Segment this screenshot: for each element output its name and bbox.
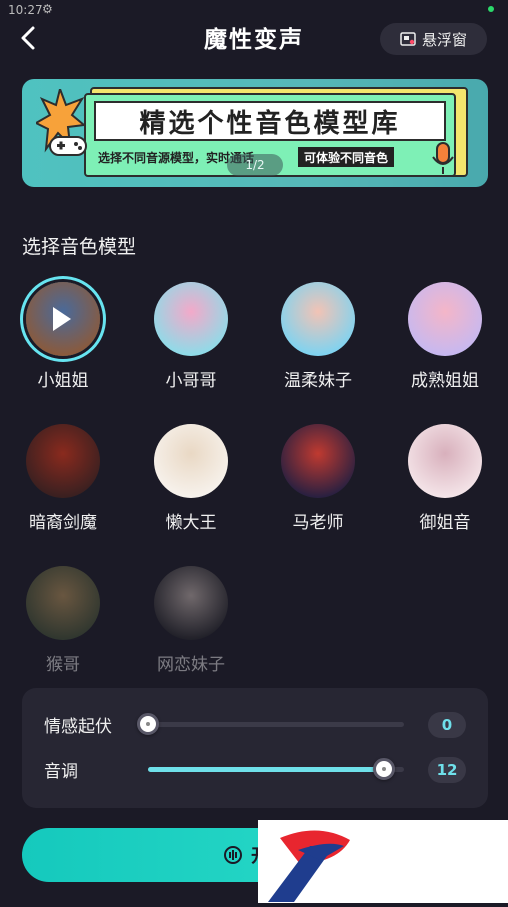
status-time: 10:27: [8, 3, 43, 17]
voice-avatar: [408, 424, 482, 498]
pitch-value: 12: [428, 757, 466, 783]
emotion-label: 情感起伏: [44, 717, 112, 737]
floating-window-icon: [400, 32, 416, 46]
voice-name: 马老师: [292, 513, 344, 533]
voice-item-6[interactable]: 马老师: [255, 424, 381, 533]
voice-name: 御姐音: [419, 513, 471, 533]
voice-item-0[interactable]: 小姐姐: [0, 282, 126, 391]
voice-avatar: [26, 566, 100, 640]
voice-name: 小姐姐: [37, 371, 89, 391]
voice-item-3[interactable]: 成熟姐姐: [382, 282, 508, 391]
microphone-wave-icon: [224, 846, 242, 864]
voice-item-4[interactable]: 暗裔剑魔: [0, 424, 126, 533]
voice-item-8[interactable]: 猴哥: [0, 566, 126, 675]
pitch-slider-thumb[interactable]: [372, 758, 395, 780]
voice-name: 暗裔剑魔: [29, 513, 97, 533]
emotion-value: 0: [428, 712, 466, 738]
voice-name: 网恋妹子: [157, 655, 225, 675]
voice-avatar: [26, 282, 100, 356]
voice-avatar: [408, 282, 482, 356]
voice-name: 成熟姐姐: [411, 371, 479, 391]
brand-logo-watermark: [258, 820, 508, 903]
promo-banner[interactable]: 精选个性音色模型库 选择不同音源模型，实时通话 可体验不同音色 1/2: [22, 79, 488, 187]
voice-avatar: [154, 282, 228, 356]
voice-item-7[interactable]: 御姐音: [382, 424, 508, 533]
banner-headline: 精选个性音色模型库: [94, 101, 446, 141]
voice-avatar: [26, 424, 100, 498]
voice-item-1[interactable]: 小哥哥: [128, 282, 254, 391]
emotion-slider[interactable]: [137, 713, 404, 735]
brand-logo-icon: [268, 830, 350, 902]
voice-avatar: [154, 566, 228, 640]
game-controller-icon: [49, 136, 87, 156]
voice-item-5[interactable]: 懒大王: [128, 424, 254, 533]
microphone-icon: [432, 142, 454, 174]
pitch-slider[interactable]: [148, 758, 404, 780]
emotion-slider-thumb[interactable]: [137, 713, 159, 735]
banner-tag: 可体验不同音色: [298, 147, 395, 167]
voice-name: 温柔妹子: [284, 371, 352, 391]
section-title: 选择音色模型: [22, 236, 137, 258]
play-icon: [53, 307, 71, 331]
voice-name: 小哥哥: [165, 371, 217, 391]
floating-window-label: 悬浮窗: [421, 30, 467, 49]
voice-name: 猴哥: [46, 655, 80, 675]
voice-name: 懒大王: [165, 513, 217, 533]
pitch-label: 音调: [44, 762, 78, 782]
voice-item-2[interactable]: 温柔妹子: [255, 282, 381, 391]
floating-window-button[interactable]: 悬浮窗: [380, 23, 487, 55]
voice-settings-panel: 情感起伏 0 音调 12: [22, 688, 488, 808]
settings-gear-icon: ⚙: [42, 2, 53, 16]
banner-page-indicator: 1/2: [227, 154, 283, 176]
voice-avatar: [154, 424, 228, 498]
pitch-slider-fill: [148, 767, 384, 772]
status-bar: 10:27 ⚙: [0, 0, 508, 20]
voice-avatar: [281, 424, 355, 498]
voice-item-9[interactable]: 网恋妹子: [128, 566, 254, 675]
status-indicator-dot: [488, 6, 494, 12]
voice-avatar: [281, 282, 355, 356]
